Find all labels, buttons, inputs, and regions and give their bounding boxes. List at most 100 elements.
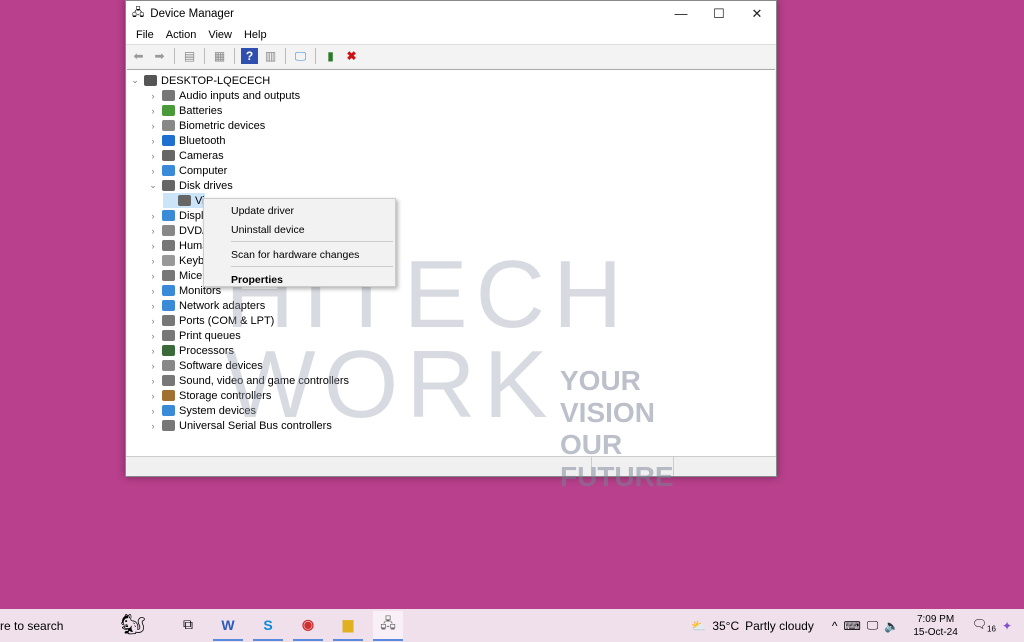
- skype-icon[interactable]: S: [253, 611, 283, 641]
- device-category-icon: [162, 300, 175, 311]
- chevron-down-icon[interactable]: ⌄: [147, 180, 159, 191]
- chevron-right-icon[interactable]: ›: [147, 301, 159, 311]
- scan-hardware-icon[interactable]: 🖵: [292, 48, 309, 64]
- chevron-up-icon[interactable]: ^: [832, 619, 838, 633]
- tree-item[interactable]: › Universal Serial Bus controllers: [147, 418, 332, 433]
- tree-item[interactable]: › Cameras: [147, 148, 224, 163]
- tree-item[interactable]: › Processors: [147, 343, 235, 358]
- chrome-icon[interactable]: ◉: [293, 611, 323, 641]
- chevron-right-icon[interactable]: ›: [147, 391, 159, 401]
- device-category-icon: [178, 195, 191, 206]
- chevron-right-icon[interactable]: ›: [147, 361, 159, 371]
- tree-item[interactable]: ⌄ Disk drives: [147, 178, 233, 193]
- tree-item-label: Computer: [179, 164, 228, 177]
- tree-item-label: DESKTOP-LQECECH: [161, 74, 271, 87]
- chevron-right-icon[interactable]: ›: [147, 286, 159, 296]
- chevron-right-icon[interactable]: ›: [147, 406, 159, 416]
- tree-item[interactable]: › Print queues: [147, 328, 241, 343]
- chevron-right-icon[interactable]: ›: [147, 226, 159, 236]
- device-category-icon: [162, 210, 175, 221]
- tree-item-label: Storage controllers: [179, 389, 272, 402]
- chevron-right-icon[interactable]: ›: [147, 421, 159, 431]
- chevron-right-icon[interactable]: ›: [147, 136, 159, 146]
- tree-item[interactable]: › Network adapters: [147, 298, 266, 313]
- tree-item[interactable]: › Storage controllers: [147, 388, 272, 403]
- device-category-icon: [162, 360, 175, 371]
- tree-item[interactable]: › Software devices: [147, 358, 263, 373]
- device-category-icon: [162, 270, 175, 281]
- back-icon[interactable]: ⬅: [130, 48, 147, 64]
- chevron-down-icon[interactable]: ⌄: [129, 75, 141, 86]
- task-view-icon[interactable]: ⧉: [173, 611, 203, 641]
- file-explorer-icon[interactable]: ▆: [333, 611, 363, 641]
- chevron-right-icon[interactable]: ›: [147, 166, 159, 176]
- action-pane-icon[interactable]: ▥: [262, 48, 279, 64]
- chevron-right-icon[interactable]: ›: [147, 376, 159, 386]
- close-button[interactable]: ✕: [738, 1, 776, 26]
- device-category-icon: [162, 330, 175, 341]
- chevron-right-icon[interactable]: ›: [147, 91, 159, 101]
- device-category-icon: [162, 90, 175, 101]
- tree-item[interactable]: › Computer: [147, 163, 228, 178]
- properties-icon[interactable]: ▦: [211, 48, 228, 64]
- show-hide-console-tree-icon[interactable]: ▤: [181, 48, 198, 64]
- uninstall-icon[interactable]: ✖: [343, 48, 360, 64]
- copilot-icon[interactable]: ✦: [1002, 619, 1012, 633]
- menu-item-scan-hardware[interactable]: Scan for hardware changes: [204, 245, 395, 264]
- tree-item[interactable]: › Bluetooth: [147, 133, 226, 148]
- tree-item[interactable]: › Ports (COM & LPT): [147, 313, 275, 328]
- menu-item-uninstall-device[interactable]: Uninstall device: [204, 220, 395, 239]
- weather-icon[interactable]: ⛅: [691, 619, 706, 633]
- maximize-button[interactable]: ☐: [700, 1, 738, 26]
- tree-item-label: System devices: [179, 404, 257, 417]
- chevron-right-icon[interactable]: ›: [147, 256, 159, 266]
- add-driver-icon[interactable]: ▮: [322, 48, 339, 64]
- menu-view[interactable]: View: [202, 29, 238, 41]
- title-bar: 🖧 Device Manager — ☐ ✕: [126, 1, 776, 26]
- device-manager-icon: 🖧: [132, 7, 145, 19]
- chevron-right-icon[interactable]: ›: [147, 151, 159, 161]
- tree-item[interactable]: › Sound, video and game controllers: [147, 373, 350, 388]
- tree-root[interactable]: ⌄ DESKTOP-LQECECH: [129, 73, 270, 88]
- input-indicator-icon[interactable]: ⌨: [843, 619, 860, 633]
- chevron-right-icon[interactable]: ›: [147, 121, 159, 131]
- device-category-icon: [162, 120, 175, 131]
- minimize-button[interactable]: —: [662, 1, 700, 26]
- tree-item-label: Ports (COM & LPT): [179, 314, 275, 327]
- device-category-icon: [162, 405, 175, 416]
- device-category-icon: [162, 240, 175, 251]
- chevron-right-icon[interactable]: ›: [147, 241, 159, 251]
- taskbar-search[interactable]: re to search: [0, 619, 98, 633]
- notification-icon[interactable]: 🗨16: [972, 617, 996, 633]
- forward-icon[interactable]: ➡: [151, 48, 168, 64]
- volume-icon[interactable]: 🔈: [884, 619, 899, 633]
- device-manager-taskbar-icon[interactable]: 🖧: [373, 610, 403, 641]
- menu-file[interactable]: File: [130, 29, 160, 41]
- chevron-right-icon[interactable]: ›: [147, 346, 159, 356]
- weather-temp[interactable]: 35°C: [712, 619, 739, 633]
- chevron-right-icon[interactable]: ›: [147, 211, 159, 221]
- context-menu: Update driver Uninstall device Scan for …: [203, 198, 396, 287]
- menu-action[interactable]: Action: [160, 29, 203, 41]
- tree-item[interactable]: › Biometric devices: [147, 118, 266, 133]
- tree-item-label: Bluetooth: [179, 134, 226, 147]
- menu-item-properties[interactable]: Properties: [204, 270, 395, 289]
- menu-help[interactable]: Help: [238, 29, 273, 41]
- clock[interactable]: 7:09 PM 15-Oct-24: [913, 613, 957, 639]
- weather-desc[interactable]: Partly cloudy: [745, 619, 814, 633]
- chevron-right-icon[interactable]: ›: [147, 271, 159, 281]
- tree-item[interactable]: › System devices: [147, 403, 257, 418]
- tree-item-label: Disk drives: [179, 179, 233, 192]
- chevron-right-icon[interactable]: ›: [147, 331, 159, 341]
- tree-item[interactable]: › Batteries: [147, 103, 223, 118]
- chevron-right-icon[interactable]: ›: [147, 106, 159, 116]
- tree-item[interactable]: › Audio inputs and outputs: [147, 88, 301, 103]
- network-icon[interactable]: 🖵: [867, 618, 879, 633]
- search-highlight-icon[interactable]: 🐿: [103, 611, 163, 641]
- tree-child-item[interactable]: Vi: [163, 193, 205, 208]
- chevron-right-icon[interactable]: ›: [147, 316, 159, 326]
- device-category-icon: [162, 285, 175, 296]
- help-icon[interactable]: ?: [241, 48, 258, 64]
- menu-item-update-driver[interactable]: Update driver: [204, 201, 395, 220]
- word-icon[interactable]: W: [213, 611, 243, 641]
